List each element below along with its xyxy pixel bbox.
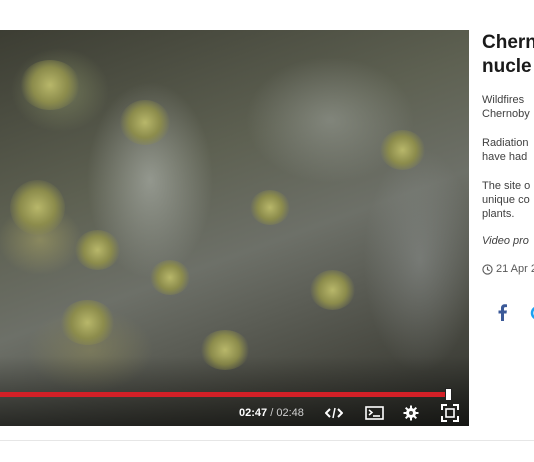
subtitles-button[interactable] bbox=[364, 404, 384, 422]
date-text: 21 Apr 2 bbox=[496, 263, 534, 275]
share-facebook-button[interactable] bbox=[496, 303, 508, 321]
video-frame-detail bbox=[120, 100, 170, 145]
headline-line: nucle bbox=[482, 56, 532, 77]
divider bbox=[0, 440, 534, 441]
paragraph-line: Chernoby bbox=[482, 108, 530, 120]
headline-line: Cherno bbox=[482, 32, 534, 53]
publish-date: 21 Apr 2 bbox=[482, 263, 534, 275]
video-frame-detail bbox=[20, 60, 80, 110]
share-icon bbox=[530, 306, 534, 320]
article-summary: Cherno nucle Wildfires Chernoby Radiatio… bbox=[482, 30, 534, 330]
embed-button[interactable] bbox=[324, 404, 344, 422]
video-frame-detail bbox=[75, 230, 120, 270]
facebook-icon bbox=[498, 304, 507, 321]
paragraph-1: Wildfires Chernoby bbox=[482, 93, 530, 121]
paragraph-line: plants. bbox=[482, 208, 515, 220]
clock-icon bbox=[482, 263, 493, 275]
video-frame-detail bbox=[10, 180, 65, 235]
paragraph-line: Radiation bbox=[482, 137, 529, 149]
paragraph-line: have had bbox=[482, 151, 528, 163]
video-controls: 02:47 / 02:48 bbox=[0, 356, 469, 426]
paragraph-2: Radiation have had bbox=[482, 136, 528, 164]
paragraph-line: unique co bbox=[482, 194, 530, 206]
time-separator: / bbox=[270, 407, 274, 419]
embed-code-icon bbox=[325, 407, 343, 419]
fullscreen-button[interactable] bbox=[440, 404, 460, 422]
fullscreen-icon bbox=[441, 404, 459, 422]
share-next-button[interactable] bbox=[530, 305, 534, 321]
duration: 02:48 bbox=[276, 407, 304, 419]
video-frame-detail bbox=[60, 300, 115, 345]
video-frame-detail bbox=[250, 190, 290, 225]
time-display: 02:47 / 02:48 bbox=[239, 407, 304, 419]
video-credit: Video pro bbox=[482, 235, 529, 247]
settings-button[interactable] bbox=[401, 404, 421, 422]
gear-icon bbox=[403, 405, 419, 421]
paragraph-3: The site o unique co plants. bbox=[482, 179, 530, 221]
paragraph-line: The site o bbox=[482, 180, 531, 192]
paragraph-line: Wildfires bbox=[482, 94, 525, 106]
progress-handle[interactable] bbox=[445, 388, 453, 401]
current-time: 02:47 bbox=[239, 407, 268, 419]
article-headline: Cherno nucle bbox=[482, 31, 534, 79]
video-frame-detail bbox=[310, 270, 355, 310]
video-frame-detail bbox=[150, 260, 190, 295]
subtitles-icon bbox=[364, 406, 384, 420]
video-frame-detail bbox=[380, 130, 425, 170]
video-player[interactable]: 02:47 / 02:48 bbox=[0, 30, 469, 426]
progress-fill bbox=[0, 392, 450, 397]
progress-bar[interactable] bbox=[0, 388, 453, 401]
